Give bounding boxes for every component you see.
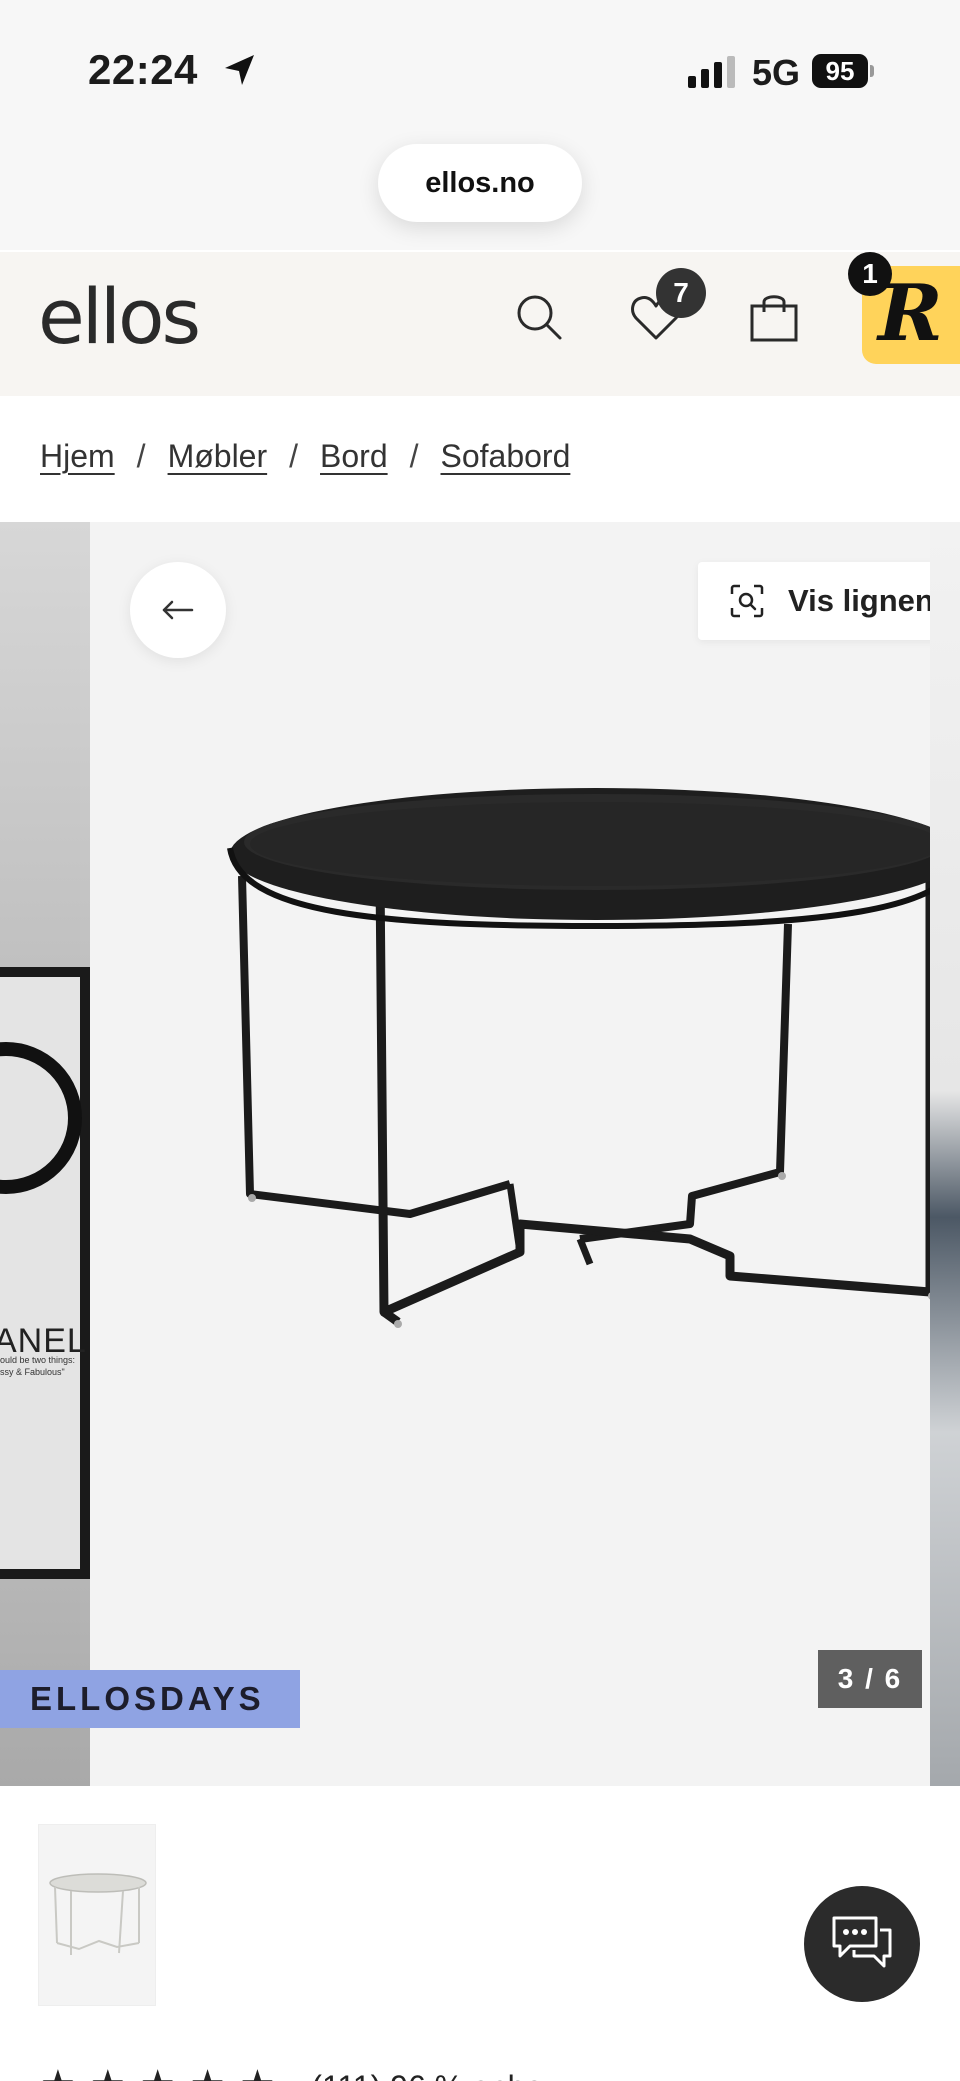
search-icon[interactable]	[514, 292, 564, 342]
product-image[interactable]: Vis lignende	[90, 522, 960, 1786]
next-slide-peek[interactable]	[930, 522, 960, 1786]
status-bar: 22:24 5G 95 ellos.no	[0, 0, 960, 250]
breadcrumb-link-bord[interactable]: Bord	[320, 438, 388, 474]
favorites-count-badge: 7	[656, 268, 706, 318]
shopping-bag-icon[interactable]	[748, 290, 800, 344]
address-bar[interactable]: ellos.no	[378, 144, 582, 222]
rewards-badge: 1	[848, 252, 892, 296]
rating-stars-icon: ★★★★★	[40, 2063, 289, 2081]
campaign-badge: ELLOSDAYS	[0, 1670, 300, 1728]
poster-small-text: ould be two things: ssy & Fabulous"	[0, 1355, 76, 1377]
gallery-back-button[interactable]	[130, 562, 226, 658]
show-similar-button[interactable]: Vis lignende	[698, 562, 960, 640]
status-time: 22:24	[88, 46, 198, 93]
cellular-signal-icon	[688, 56, 735, 88]
previous-slide-peek[interactable]: ANEL ould be two things: ssy & Fabulous"	[0, 522, 90, 1786]
breadcrumb-separator: /	[136, 438, 146, 474]
product-image-gallery[interactable]: ANEL ould be two things: ssy & Fabulous"	[0, 522, 960, 1786]
white-table-thumbnail-image	[49, 1873, 147, 1955]
visual-search-icon	[730, 584, 764, 618]
color-variant-thumbnail[interactable]	[38, 1824, 156, 2006]
chat-button[interactable]	[804, 1886, 920, 2002]
breadcrumb-separator: /	[289, 438, 299, 474]
chat-bubbles-icon	[832, 1916, 892, 1968]
breadcrumb-separator: /	[409, 438, 419, 474]
breadcrumb-link-hjem[interactable]: Hjem	[40, 438, 115, 474]
location-arrow-icon	[225, 55, 254, 85]
tray-table-image	[227, 788, 960, 1328]
breadcrumb: Hjem / Møbler / Bord / Sofabord	[40, 438, 570, 475]
product-rating[interactable]: ★★★★★ (111) 96 % anbe	[40, 2062, 543, 2081]
battery-level: 95	[812, 54, 868, 88]
arrow-left-icon	[162, 600, 194, 620]
rating-summary: (111) 96 % anbe	[311, 2069, 543, 2081]
network-type: 5G	[752, 52, 801, 93]
image-counter: 3 / 6	[818, 1650, 922, 1708]
breadcrumb-link-sofabord[interactable]: Sofabord	[441, 438, 571, 474]
breadcrumb-link-mobler[interactable]: Møbler	[168, 438, 268, 474]
site-header: ellos	[0, 252, 960, 396]
ellos-logo[interactable]: ellos	[38, 272, 201, 361]
battery-icon: 95	[812, 54, 874, 88]
